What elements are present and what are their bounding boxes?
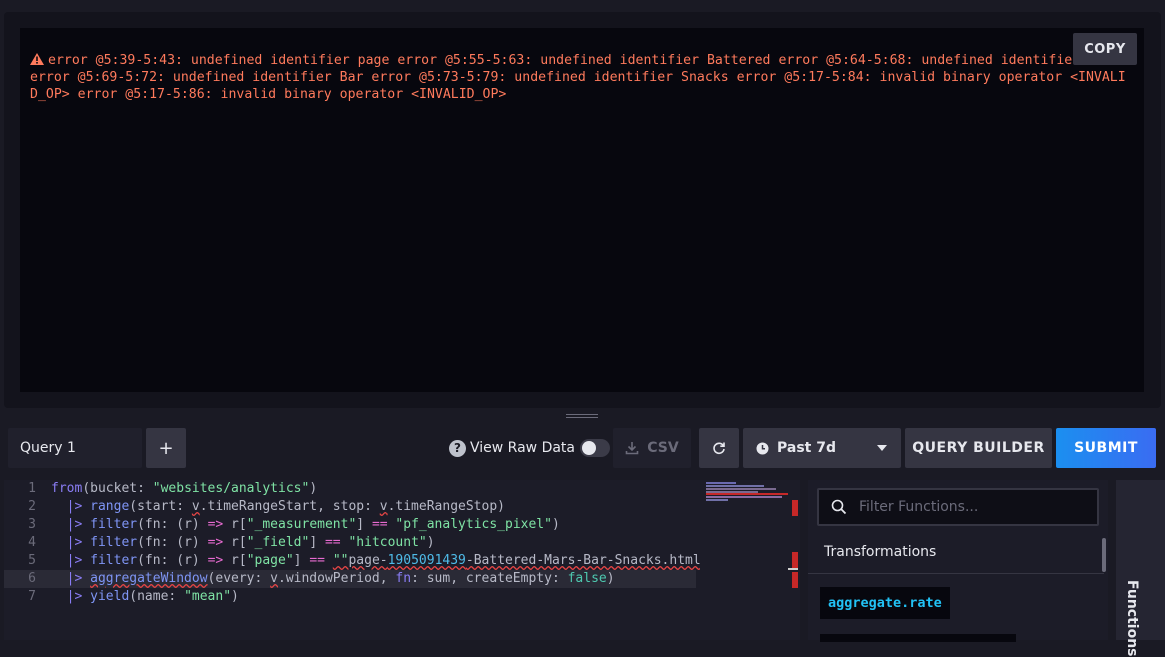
code-text[interactable]: |> filter(fn: (r) => r["_field"] == "hit… [51,534,435,552]
code-text[interactable]: |> filter(fn: (r) => r["page"] == ""page… [51,552,700,570]
code-area[interactable]: 1 from(bucket: "websites/analytics") 2 |>… [4,480,700,640]
refresh-icon [713,442,725,455]
code-text[interactable]: |> yield(name: "mean") [51,588,239,606]
filter-functions-placeholder: Filter Functions... [859,499,979,515]
function-item[interactable]: aggregate.rate [820,587,950,619]
function-item[interactable] [820,634,1016,642]
view-raw-data-toggle-group: ? View Raw Data [449,438,610,458]
filter-functions-input[interactable]: Filter Functions... [817,488,1099,526]
clock-icon [756,442,769,454]
code-line-active[interactable]: 6 |> aggregateWindow(every: v.windowPeri… [4,570,696,588]
line-number: 2 [28,499,36,514]
copy-button[interactable]: COPY [1073,33,1137,65]
code-text[interactable]: |> aggregateWindow(every: v.windowPeriod… [51,570,615,588]
section-title-transformations: Transformations [824,544,937,560]
section-divider [808,573,1104,574]
error-marker [792,552,798,568]
line-number: 4 [28,535,36,550]
warning-icon [30,53,44,65]
line-number: 7 [28,589,36,604]
csv-label: CSV [647,440,679,456]
query-toolbar: Query 1 + ? View Raw Data CSV Past 7d QU… [0,424,1165,472]
flux-script-editor[interactable]: 1 from(bucket: "websites/analytics") 2 |>… [4,480,800,640]
chevron-down-icon [877,445,887,451]
query-builder-button[interactable]: QUERY BUILDER [905,428,1052,468]
line-number: 6 [28,571,36,586]
query-tab[interactable]: Query 1 [8,428,142,468]
error-panel: error @5:39-5:43: undefined identifier p… [4,12,1161,408]
error-marker [792,572,798,588]
toggle-knob [582,441,596,455]
view-raw-data-label: View Raw Data [470,440,575,456]
error-marker [792,500,798,516]
error-message-block: error @5:39-5:43: undefined identifier p… [30,52,1130,103]
line-number: 3 [28,517,36,532]
refresh-button[interactable] [699,428,739,468]
code-text[interactable]: |> filter(fn: (r) => r["_measurement"] =… [51,516,560,534]
download-icon [625,442,639,455]
time-range-label: Past 7d [777,440,836,456]
code-line[interactable]: 3 |> filter(fn: (r) => r["_measurement"]… [4,516,696,534]
code-line[interactable]: 2 |> range(start: v.timeRangeStart, stop… [4,498,696,516]
csv-download-button[interactable]: CSV [613,428,691,468]
code-line[interactable]: 4 |> filter(fn: (r) => r["_field"] == "h… [4,534,696,552]
functions-scrollbar[interactable] [1102,538,1106,572]
minimap-slider[interactable] [788,568,798,570]
line-number: 1 [28,481,36,496]
code-line[interactable]: 5 |> filter(fn: (r) => r["page"] == ""pa… [4,552,700,570]
view-raw-data-toggle[interactable] [580,439,610,457]
code-text[interactable]: |> range(start: v.timeRangeStart, stop: … [51,498,505,516]
code-line[interactable]: 7 |> yield(name: "mean") [4,588,696,606]
editor-minimap[interactable] [704,480,798,640]
functions-side-tab[interactable]: Functions [1116,480,1165,657]
code-line[interactable]: 1 from(bucket: "websites/analytics") [4,480,696,498]
submit-button[interactable]: SUBMIT [1056,428,1156,468]
time-range-dropdown[interactable]: Past 7d [743,428,901,468]
resize-handle[interactable] [566,412,598,420]
help-icon[interactable]: ? [449,439,466,457]
add-query-button[interactable]: + [146,428,186,468]
code-text[interactable]: from(bucket: "websites/analytics") [51,480,317,498]
error-output: error @5:39-5:43: undefined identifier p… [20,28,1144,392]
line-number: 5 [28,553,36,568]
search-icon [831,499,847,515]
functions-panel: Filter Functions... Transformations aggr… [808,480,1108,642]
functions-side-tab-label: Functions [1124,580,1140,657]
error-message: error @5:39-5:43: undefined identifier p… [30,53,1126,102]
